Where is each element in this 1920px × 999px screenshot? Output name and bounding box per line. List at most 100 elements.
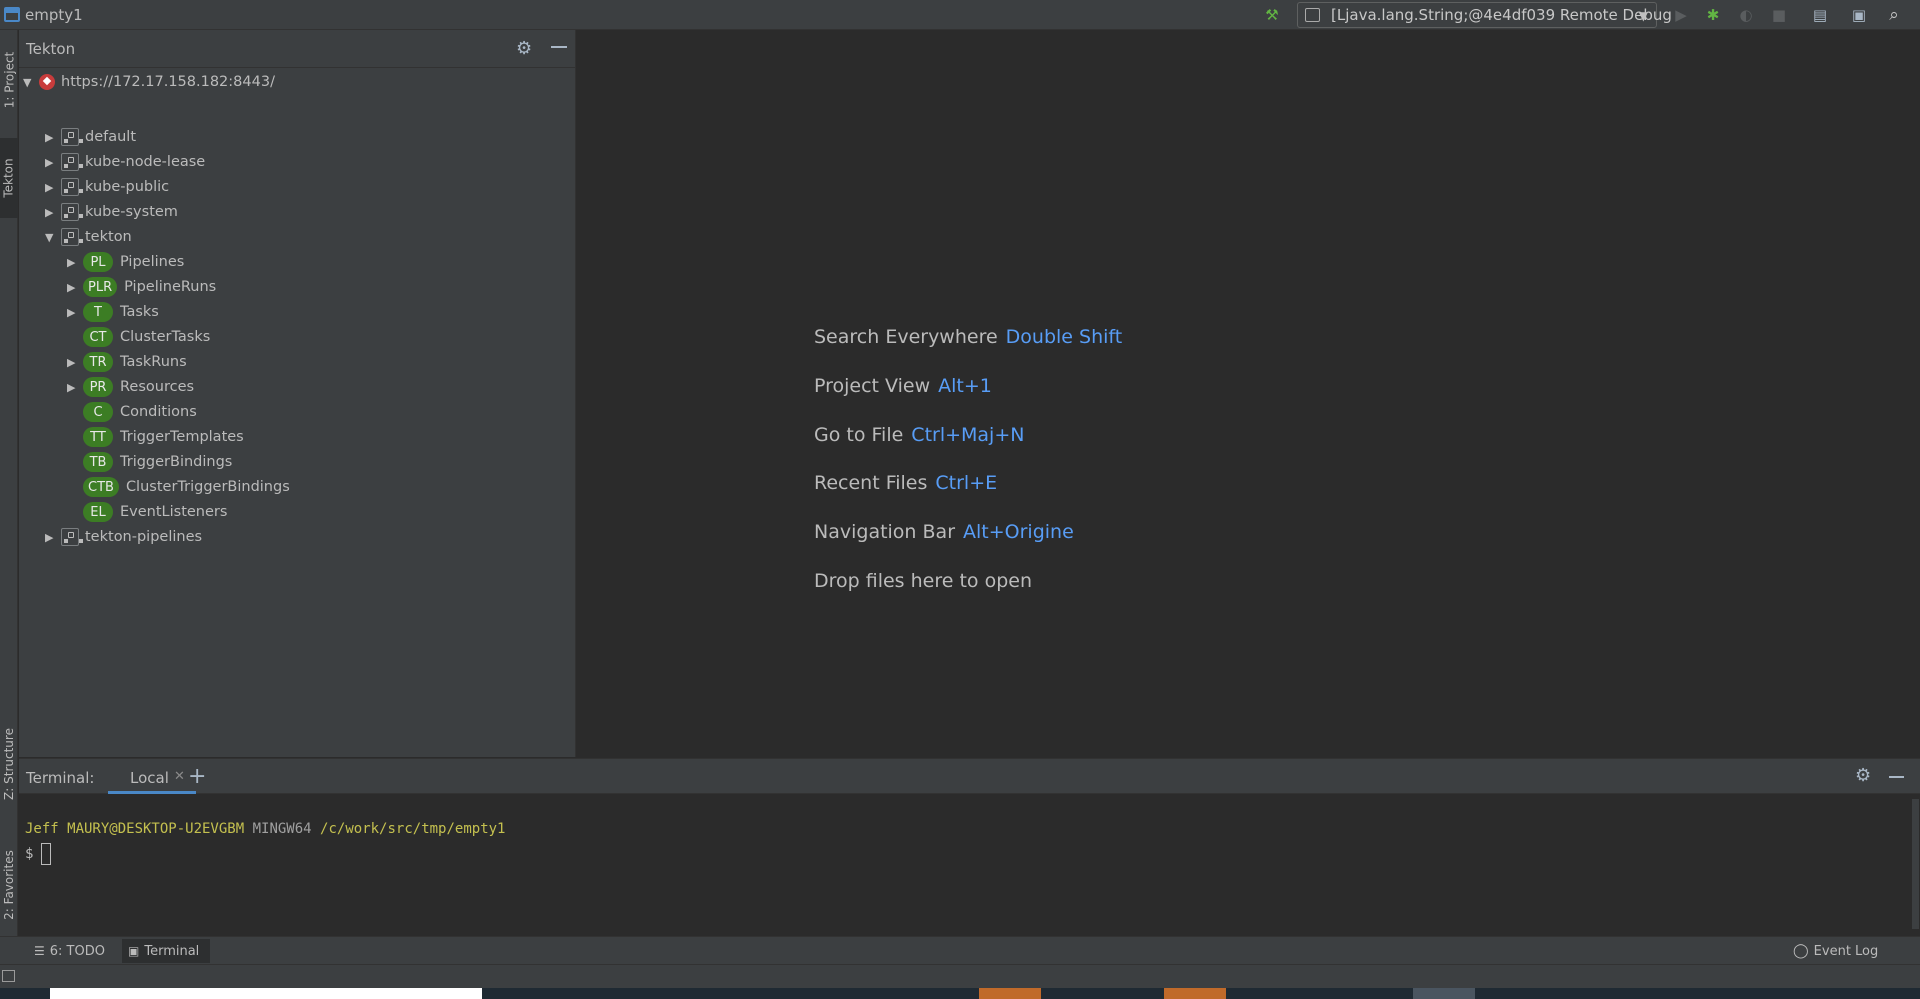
tree-resource[interactable]: CTB ClusterTriggerBindings <box>67 475 290 499</box>
run-icon[interactable]: ▶ <box>1671 5 1691 25</box>
tree-namespace[interactable]: ▶ kube-node-lease <box>45 150 205 174</box>
event-log-icon: ◯ <box>1793 943 1809 959</box>
terminal-window-icon[interactable]: ▣ <box>1849 5 1869 25</box>
tab-terminal-local[interactable]: Local ✕ <box>108 759 196 794</box>
tree-resource[interactable]: ▶ TR TaskRuns <box>67 350 187 374</box>
namespace-icon <box>61 228 83 246</box>
tree-namespace[interactable]: ▶ tekton-pipelines <box>45 525 202 549</box>
resource-badge: PL <box>83 252 113 272</box>
tab-project-label: 1: Project <box>2 51 16 109</box>
namespace-label: default <box>85 129 137 145</box>
resource-badge: TT <box>83 427 113 447</box>
terminal-tab-label: Local <box>130 769 169 787</box>
hint-label: Project View <box>814 375 931 397</box>
collapsed-arrow-icon[interactable]: ▶ <box>45 181 61 194</box>
collapsed-arrow-icon[interactable]: ▶ <box>67 256 83 269</box>
debug-icon[interactable]: ✱ <box>1703 5 1723 25</box>
project-structure-icon[interactable]: ▤ <box>1810 5 1830 25</box>
resource-badge: EL <box>83 502 113 522</box>
tree-resource[interactable]: EL EventListeners <box>67 500 227 524</box>
terminal-scrollbar[interactable] <box>1912 799 1919 929</box>
hint-shortcut: Double Shift <box>1005 326 1123 348</box>
resource-badge: PLR <box>83 277 118 297</box>
tree-resource[interactable]: ▶ PL Pipelines <box>67 250 184 274</box>
status-bar <box>0 964 1920 988</box>
window-title: empty1 <box>25 6 83 24</box>
resource-badge: TB <box>83 452 113 472</box>
hint-drop-files: Drop files here to open <box>814 570 1032 592</box>
terminal-output[interactable]: Jeff MAURY@DESKTOP-U2EVGBM MINGW64 /c/wo… <box>19 795 1899 937</box>
hint-shortcut: Alt+Origine <box>963 521 1074 543</box>
tekton-panel: Tekton ⚙ ▼ https://172.17.158.182:8443/ … <box>19 30 576 757</box>
collapsed-arrow-icon[interactable]: ▶ <box>67 281 83 294</box>
prompt-system: MINGW64 <box>252 821 312 837</box>
tree-resource[interactable]: C Conditions <box>67 400 197 424</box>
tree-resource[interactable]: CT ClusterTasks <box>67 325 210 349</box>
collapsed-arrow-icon[interactable]: ▶ <box>67 356 83 369</box>
editor-welcome-area: Search Everywhere Double Shift Project Vi… <box>577 30 1920 757</box>
taskbar-item[interactable] <box>1413 988 1475 999</box>
hint-label: Go to File <box>814 424 904 446</box>
toggle-tool-windows-icon[interactable] <box>2 970 15 982</box>
tree-namespace-tekton[interactable]: ▼ tekton <box>45 225 132 249</box>
expanded-arrow-icon[interactable]: ▼ <box>23 76 39 89</box>
tree-resource[interactable]: TB TriggerBindings <box>67 450 232 474</box>
title-bar: empty1 ⚒ [Ljava.lang.String;@4e4df039 Re… <box>0 0 1920 30</box>
tree-resource[interactable]: ▶ PR Resources <box>67 375 194 399</box>
minimize-icon[interactable] <box>1889 776 1904 778</box>
hammer-icon[interactable]: ⚒ <box>1262 5 1282 25</box>
left-tool-strip: 1: Project Tekton Z: Structure 2: Favori… <box>0 30 18 978</box>
tab-project[interactable]: 1: Project <box>0 38 18 122</box>
resource-label: EventListeners <box>120 504 228 520</box>
collapsed-arrow-icon[interactable]: ▶ <box>67 306 83 319</box>
collapsed-arrow-icon[interactable]: ▶ <box>67 381 83 394</box>
taskbar-item[interactable] <box>50 988 482 999</box>
collapsed-arrow-icon[interactable]: ▶ <box>45 531 61 544</box>
resource-badge: T <box>83 302 113 322</box>
coverage-icon[interactable]: ◐ <box>1736 5 1756 25</box>
panel-title: Tekton <box>26 40 76 58</box>
tree-resource[interactable]: TT TriggerTemplates <box>67 425 244 449</box>
tab-tekton[interactable]: Tekton <box>0 138 18 218</box>
tree-server[interactable]: ▼ https://172.17.158.182:8443/ <box>23 70 275 94</box>
tab-terminal[interactable]: ▣ Terminal <box>122 939 210 963</box>
taskbar-item[interactable] <box>1164 988 1226 999</box>
namespace-icon <box>61 203 83 221</box>
namespace-label: kube-public <box>85 179 170 195</box>
namespace-icon <box>61 128 83 146</box>
event-log-button[interactable]: ◯ Event Log <box>1787 939 1884 963</box>
resource-badge: CTB <box>83 477 119 497</box>
tree-resource[interactable]: ▶ T Tasks <box>67 300 159 324</box>
taskbar-item[interactable] <box>979 988 1041 999</box>
gear-icon[interactable]: ⚙ <box>516 38 532 59</box>
tree-resource[interactable]: ▶ PLR PipelineRuns <box>67 275 216 299</box>
tree-namespace[interactable]: ▶ kube-public <box>45 175 169 199</box>
collapsed-arrow-icon[interactable]: ▶ <box>45 131 61 144</box>
event-log-label: Event Log <box>1813 943 1879 959</box>
collapsed-arrow-icon[interactable]: ▶ <box>45 156 61 169</box>
run-config-icon <box>1305 8 1320 22</box>
resource-label: TriggerTemplates <box>120 429 244 445</box>
tree-namespace[interactable]: ▶ default <box>45 125 136 149</box>
resource-badge: PR <box>83 377 113 397</box>
search-icon[interactable]: ⌕ <box>1884 5 1904 25</box>
close-icon[interactable]: ✕ <box>174 769 185 784</box>
namespace-label: tekton-pipelines <box>85 529 203 545</box>
stop-icon[interactable]: ■ <box>1769 5 1789 25</box>
tab-structure[interactable]: Z: Structure <box>0 712 18 816</box>
hint-label: Recent Files <box>814 472 928 494</box>
terminal-prompt: Jeff MAURY@DESKTOP-U2EVGBM MINGW64 /c/wo… <box>25 821 505 837</box>
tab-favorites[interactable]: 2: Favorites <box>0 830 18 940</box>
run-configuration-select[interactable]: [Ljava.lang.String;@4e4df039 Remote Debu… <box>1297 2 1672 28</box>
expanded-arrow-icon[interactable]: ▼ <box>45 231 61 244</box>
hint-shortcut: Ctrl+Maj+N <box>911 424 1025 446</box>
tree-namespace[interactable]: ▶ kube-system <box>45 200 178 224</box>
collapsed-arrow-icon[interactable]: ▶ <box>45 206 61 219</box>
add-icon[interactable]: + <box>188 764 206 789</box>
server-url: https://172.17.158.182:8443/ <box>61 74 275 90</box>
resource-label: TriggerBindings <box>120 454 233 470</box>
minimize-icon[interactable] <box>551 46 567 48</box>
gear-icon[interactable]: ⚙ <box>1855 765 1871 786</box>
tab-todo[interactable]: ☰ 6: TODO <box>28 939 111 963</box>
resource-label: PipelineRuns <box>124 279 217 295</box>
